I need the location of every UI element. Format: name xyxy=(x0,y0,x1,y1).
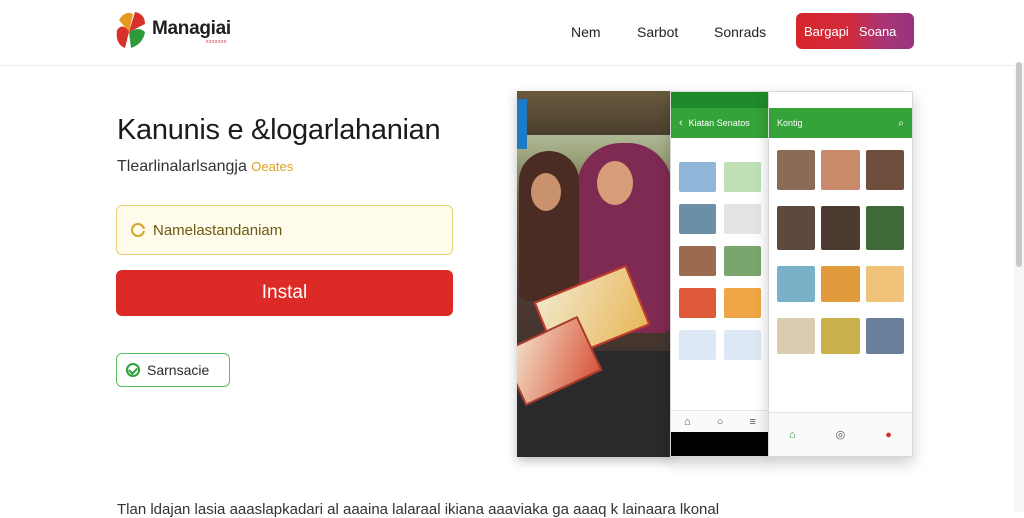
phone-left-system-nav xyxy=(671,432,769,456)
phone-mockup-right: Kontig ⌕ ⌂ ◎ ● xyxy=(768,91,913,457)
search-icon[interactable]: ⌕ xyxy=(898,118,904,129)
phone-app-bar: ‹ Kiatan Senatos xyxy=(671,108,769,138)
hero-headline: Kanunis e &logarlahanian xyxy=(117,114,441,146)
phone-status-bar xyxy=(671,92,769,108)
profile-icon[interactable]: ● xyxy=(885,429,892,441)
brand-logo-icon[interactable] xyxy=(115,8,149,50)
thumbnail[interactable] xyxy=(679,330,716,360)
photo-awning xyxy=(517,91,674,135)
cta-label-2: Soana xyxy=(858,23,897,39)
thumbnail[interactable] xyxy=(724,246,761,276)
thumbnail[interactable] xyxy=(821,266,860,302)
scrollbar-thumb[interactable] xyxy=(1016,62,1022,267)
thumbnail[interactable] xyxy=(679,204,716,234)
thumbnail[interactable] xyxy=(865,150,904,190)
thumbnail[interactable] xyxy=(679,162,716,192)
hero-subline: Tlearlinalarlsangja Oeates xyxy=(117,158,293,176)
phone-app-bar: Kontig ⌕ xyxy=(769,108,912,138)
home-icon[interactable]: ⌂ xyxy=(684,416,691,428)
phone-right-tabbar: ⌂ ◎ ● xyxy=(769,412,912,456)
thumbnail[interactable] xyxy=(821,206,860,250)
footer-paragraph: Tlan ldajan lasia aaaslapkadari al aaain… xyxy=(117,501,720,518)
menu-icon[interactable]: ≡ xyxy=(750,416,756,428)
bookmark-icon[interactable]: ◎ xyxy=(836,428,846,441)
phone-left-grid xyxy=(679,162,761,360)
install-button[interactable]: Instal xyxy=(116,270,453,316)
header-cta-button[interactable]: Bargapi Soana xyxy=(796,13,914,49)
page-scrollbar[interactable] xyxy=(1014,62,1024,512)
thumbnail[interactable] xyxy=(777,318,816,354)
search-icon xyxy=(131,223,147,237)
hero-subline-text: Tlearlinalarlsangja xyxy=(117,158,247,175)
phone-app-title: Kontig xyxy=(777,118,803,128)
thumbnail[interactable] xyxy=(777,266,816,302)
nav-link-1[interactable]: Nem xyxy=(571,24,601,40)
thumbnail[interactable] xyxy=(777,206,816,250)
nav-link-3[interactable]: Sonrads xyxy=(714,24,766,40)
photo-face-right xyxy=(597,161,633,205)
search-input[interactable] xyxy=(153,221,433,239)
thumbnail[interactable] xyxy=(724,162,761,192)
thumbnail[interactable] xyxy=(679,288,716,318)
phone-left-tabbar: ⌂ ○ ≡ xyxy=(671,410,769,432)
thumbnail[interactable] xyxy=(865,266,904,302)
thumbnail[interactable] xyxy=(865,206,904,250)
phone-mockup-left: ‹ Kiatan Senatos ⌂ ○ ≡ xyxy=(670,91,770,457)
thumbnail[interactable] xyxy=(724,204,761,234)
secure-badge-button[interactable]: Sarnsacie xyxy=(116,353,230,387)
back-arrow-icon[interactable]: ‹ xyxy=(679,117,683,129)
phone-app-title: Kiatan Senatos xyxy=(688,118,750,128)
thumbnail[interactable] xyxy=(724,330,761,360)
hero-photo xyxy=(517,91,674,457)
hero-subline-accent: Oeates xyxy=(251,159,294,174)
photo-blue-pole xyxy=(517,99,527,149)
brand-name[interactable]: Managiai xyxy=(152,18,231,40)
secure-label: Sarnsacie xyxy=(147,362,210,378)
brand-tagline: xxxxxxx xyxy=(206,39,227,45)
thumbnail[interactable] xyxy=(777,150,816,190)
cta-label-1: Bargapi xyxy=(804,23,849,39)
user-icon[interactable]: ○ xyxy=(717,416,724,428)
nav-link-2[interactable]: Sarbot xyxy=(637,24,678,40)
thumbnail[interactable] xyxy=(865,318,904,354)
site-header: Managiai xxxxxxx Nem Sarbot Sonrads Barg… xyxy=(0,0,1024,66)
search-field[interactable] xyxy=(116,205,453,255)
phone-status-bar xyxy=(769,92,912,108)
thumbnail[interactable] xyxy=(724,288,761,318)
thumbnail[interactable] xyxy=(821,318,860,354)
photo-face-left xyxy=(531,173,561,211)
thumbnail[interactable] xyxy=(821,150,860,190)
check-shield-icon xyxy=(126,363,140,377)
thumbnail[interactable] xyxy=(679,246,716,276)
phone-right-grid xyxy=(777,150,904,354)
home-icon[interactable]: ⌂ xyxy=(789,429,796,441)
